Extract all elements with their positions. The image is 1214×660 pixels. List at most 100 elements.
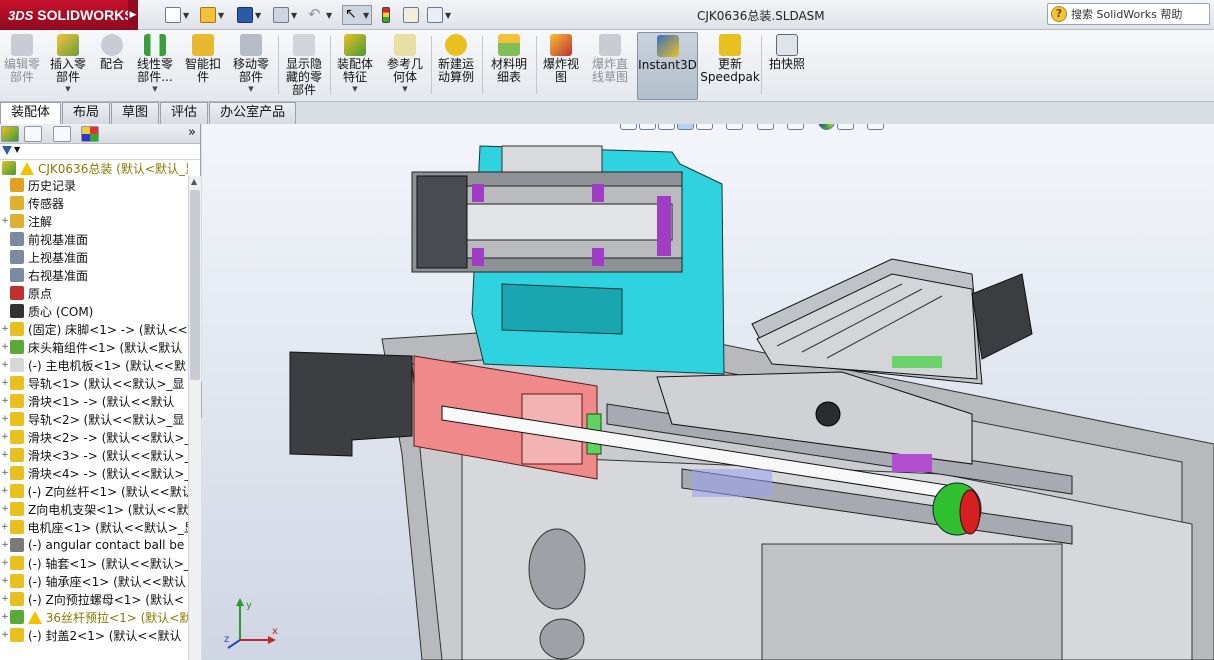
- dropdown-arrow-icon[interactable]: ▼: [183, 11, 189, 20]
- print-button[interactable]: ▼: [273, 5, 297, 25]
- view-settings-icon[interactable]: [866, 124, 884, 130]
- take-snapshot-button[interactable]: 拍快照: [764, 32, 810, 100]
- expand-icon[interactable]: +: [0, 414, 10, 424]
- dropdown-arrow-icon[interactable]: ▼: [776, 124, 781, 125]
- expand-icon[interactable]: +: [0, 594, 10, 604]
- tab-assembly[interactable]: 装配体: [0, 102, 62, 124]
- expand-icon[interactable]: +: [0, 324, 10, 334]
- edit-appearance-icon[interactable]: [817, 124, 835, 130]
- dropdown-arrow-icon[interactable]: ▼: [856, 124, 861, 125]
- dropdown-arrow-icon[interactable]: ▼: [218, 11, 224, 20]
- tree-node[interactable]: + (-) 轴承座<1> (默认<<默认: [0, 572, 188, 590]
- instant3d-button[interactable]: Instant3D: [637, 32, 698, 100]
- dropdown-arrow-icon[interactable]: ▼: [152, 85, 157, 93]
- tree-node[interactable]: + 注解: [0, 212, 188, 230]
- expand-icon[interactable]: +: [0, 468, 10, 478]
- expand-icon[interactable]: +: [0, 522, 10, 532]
- tree-node[interactable]: 历史记录: [0, 176, 188, 194]
- dropdown-arrow-icon[interactable]: ▼: [248, 85, 253, 93]
- help-search-input[interactable]: ? 搜索 SolidWorks 帮助: [1047, 3, 1210, 25]
- dropdown-arrow-icon[interactable]: ▼: [255, 11, 261, 20]
- display-style-icon[interactable]: [756, 124, 774, 130]
- update-speedpak-button[interactable]: 更新 Speedpak: [700, 32, 760, 100]
- tree-node[interactable]: +36丝杆预拉<1> (默认<默: [0, 608, 188, 626]
- dynamic-annotation-icon[interactable]: [696, 124, 713, 130]
- dropdown-arrow-icon[interactable]: ▼: [445, 11, 451, 20]
- expand-icon[interactable]: +: [0, 504, 10, 514]
- apply-scene-icon[interactable]: [836, 124, 854, 130]
- assembly-features-button[interactable]: 装配体 特征 ▼: [332, 32, 378, 100]
- expand-icon[interactable]: +: [0, 396, 10, 406]
- expand-icon[interactable]: +: [0, 612, 10, 622]
- expand-icon[interactable]: +: [0, 540, 10, 550]
- zoom-to-area-icon[interactable]: [639, 124, 656, 130]
- graphics-area[interactable]: ▼ ▼ ▼ ▼ ▼ ▼ y x z: [202, 124, 1214, 660]
- save-button[interactable]: ▼: [237, 5, 261, 25]
- bom-button[interactable]: 材料明 细表: [484, 32, 534, 100]
- expand-icon[interactable]: +: [0, 432, 10, 442]
- dropdown-arrow-icon[interactable]: ▼: [65, 85, 70, 93]
- expand-icon[interactable]: +: [0, 216, 10, 226]
- new-motion-study-button[interactable]: 新建运 动算例: [433, 32, 479, 100]
- tree-node[interactable]: 前视基准面: [0, 230, 188, 248]
- dropdown-arrow-icon[interactable]: ▼: [745, 124, 750, 125]
- undo-button[interactable]: ↶ ▼: [308, 5, 332, 25]
- tree-node[interactable]: + 床头箱组件<1> (默认<默认: [0, 338, 188, 356]
- exploded-view-button[interactable]: 爆炸视 图: [538, 32, 584, 100]
- tree-node[interactable]: + 导轨<1> (默认<<默认>_显: [0, 374, 188, 392]
- property-manager-tab-icon[interactable]: [24, 126, 42, 142]
- new-document-button[interactable]: ▼: [165, 5, 189, 25]
- previous-view-icon[interactable]: [658, 124, 675, 130]
- mate-button[interactable]: 配合: [94, 32, 130, 100]
- tree-node[interactable]: + 电机座<1> (默认<<默认>_显: [0, 518, 188, 536]
- tab-layout[interactable]: 布局: [62, 102, 111, 124]
- dropdown-arrow-icon[interactable]: ▼: [352, 85, 357, 93]
- expand-icon[interactable]: +: [0, 450, 10, 460]
- open-button[interactable]: ▼: [200, 5, 224, 25]
- dropdown-arrow-icon[interactable]: ▼: [291, 11, 297, 20]
- configuration-manager-tab-icon[interactable]: [53, 126, 71, 142]
- dropdown-arrow-icon[interactable]: ▼: [326, 11, 332, 20]
- zoom-to-fit-icon[interactable]: [620, 124, 637, 130]
- tab-sketch[interactable]: 草图: [111, 102, 160, 124]
- solidworks-logo[interactable]: 3DS SOLIDWORKS: [0, 0, 134, 30]
- tab-office-products[interactable]: 办公室产品: [209, 102, 297, 124]
- tree-node[interactable]: 质心 (COM): [0, 302, 188, 320]
- dropdown-arrow-icon[interactable]: ▼: [806, 124, 811, 125]
- tree-node[interactable]: + 滑块<3> -> (默认<<默认>_: [0, 446, 188, 464]
- tree-node[interactable]: 右视基准面: [0, 266, 188, 284]
- expand-panel-icon[interactable]: »: [188, 125, 196, 140]
- tree-node[interactable]: + (固定) 床脚<1> -> (默认<<: [0, 320, 188, 338]
- tree-root-assembly[interactable]: CJK0636总装 (默认<默认_显: [0, 160, 188, 176]
- scroll-up-icon[interactable]: ▲: [191, 177, 197, 186]
- section-view-icon[interactable]: [677, 124, 694, 130]
- expand-icon[interactable]: +: [0, 486, 10, 496]
- insert-component-button[interactable]: 插入零 部件 ▼: [46, 32, 90, 100]
- feature-tree-tab-icon[interactable]: [1, 126, 19, 142]
- tree-node[interactable]: + 滑块<1> -> (默认<<默认: [0, 392, 188, 410]
- dropdown-arrow-icon[interactable]: ▼: [402, 85, 407, 93]
- expand-icon[interactable]: +: [0, 630, 10, 640]
- tree-node[interactable]: + (-) 轴套<1> (默认<<默认>_: [0, 554, 188, 572]
- tree-node[interactable]: + (-) Z向丝杆<1> (默认<<默认: [0, 482, 188, 500]
- expand-icon[interactable]: +: [0, 360, 10, 370]
- options-button[interactable]: ▼: [427, 5, 451, 25]
- tree-node[interactable]: + 滑块<4> -> (默认<<默认>_: [0, 464, 188, 482]
- tree-node[interactable]: + 滑块<2> -> (默认<<默认>_: [0, 428, 188, 446]
- view-orientation-icon[interactable]: [726, 124, 744, 130]
- expand-icon[interactable]: +: [0, 378, 10, 388]
- tree-node[interactable]: + (-) angular contact ball be: [0, 536, 188, 554]
- select-button[interactable]: ↖ ▼: [342, 5, 373, 25]
- show-hidden-components-button[interactable]: 显示隐 藏的零 部件: [280, 32, 328, 100]
- tree-node[interactable]: + Z向电机支架<1> (默认<<默: [0, 500, 188, 518]
- dropdown-arrow-icon[interactable]: ▼: [715, 124, 720, 125]
- dropdown-arrow-icon[interactable]: ▼: [14, 145, 20, 154]
- explode-line-sketch-button[interactable]: 爆炸直 线草图: [586, 32, 634, 100]
- menu-arrow-icon[interactable]: ▶: [128, 0, 138, 30]
- tree-node[interactable]: 传感器: [0, 194, 188, 212]
- tree-node[interactable]: + 导轨<2> (默认<<默认>_显: [0, 410, 188, 428]
- smart-fasteners-button[interactable]: 智能扣 件: [180, 32, 226, 100]
- move-component-button[interactable]: 移动零 部件 ▼: [228, 32, 274, 100]
- tab-evaluate[interactable]: 评估: [160, 102, 209, 124]
- dropdown-arrow-icon[interactable]: ▼: [886, 124, 891, 125]
